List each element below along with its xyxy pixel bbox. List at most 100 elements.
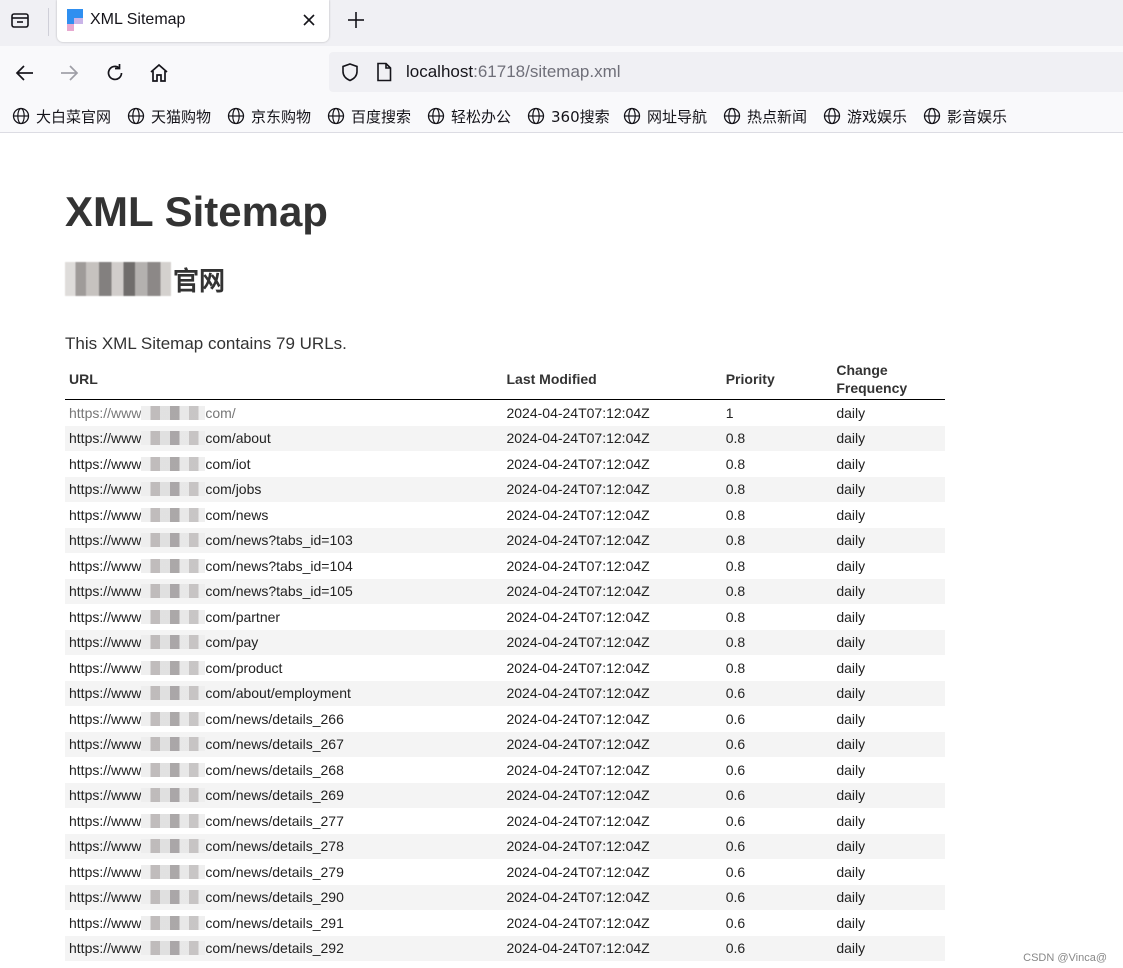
url-prefix: https://www: [69, 583, 142, 600]
last-modified-cell: 2024-04-24T07:12:04Z: [506, 608, 650, 625]
priority-cell: 0.8: [721, 629, 833, 655]
new-tab-icon[interactable]: [346, 10, 366, 30]
url-path: com/news/details_278: [205, 838, 344, 855]
sitemap-url-link[interactable]: https://www com/pay: [69, 634, 258, 650]
sitemap-url-link[interactable]: https://www com/news/details_278: [69, 838, 344, 854]
column-header-last-modified: Last Modified: [502, 359, 722, 400]
bookmark-item[interactable]: 游戏娱乐: [823, 105, 907, 127]
url-path: com/news?tabs_id=104: [205, 557, 353, 574]
bookmark-label: 网址导航: [647, 107, 708, 126]
redacted-domain: [141, 839, 206, 854]
change-frequency-cell: daily: [832, 680, 945, 706]
active-tab[interactable]: XML Sitemap: [57, 0, 329, 42]
priority-cell: 0.6: [721, 833, 833, 859]
bookmark-item[interactable]: 大白菜官网: [12, 105, 111, 127]
bookmark-item[interactable]: 百度搜索: [327, 105, 411, 127]
url-cell: https://www com/iot: [65, 451, 502, 477]
bookmark-item[interactable]: 京东购物: [227, 105, 311, 127]
redacted-domain: [141, 762, 206, 777]
priority-cell: 0.6: [725, 863, 746, 880]
tracking-protection-shield-icon[interactable]: [340, 62, 360, 82]
address-bar[interactable]: localhost:61718/sitemap.xml: [329, 52, 1123, 92]
url-prefix: https://www: [69, 736, 142, 753]
url-prefix: https://www: [69, 787, 142, 804]
priority-cell: 0.6: [725, 710, 746, 727]
url-path: com/news/details_269: [205, 787, 344, 804]
page-info-icon[interactable]: [375, 62, 393, 82]
sitemap-url-link[interactable]: https://www com/news: [69, 507, 268, 523]
bookmark-item[interactable]: 天猫购物: [127, 105, 211, 127]
sitemap-url-link[interactable]: https://www com/: [69, 405, 236, 421]
sitemap-url-link[interactable]: https://www com/news?tabs_id=104: [69, 558, 353, 574]
forward-arrow-icon[interactable]: [58, 62, 80, 84]
priority-cell: 1: [725, 404, 734, 421]
url-cell: https://www com/news/details_268: [65, 757, 502, 783]
home-icon[interactable]: [148, 62, 170, 84]
sitemap-url-link[interactable]: https://www com/news/details_291: [69, 915, 344, 931]
sitemap-url-link[interactable]: https://www com/partner: [69, 609, 280, 625]
url-prefix: https://www: [69, 430, 142, 447]
last-modified-cell: 2024-04-24T07:12:04Z: [502, 425, 722, 451]
bookmark-label: 京东购物: [251, 107, 312, 126]
bookmark-item[interactable]: 360搜索: [527, 105, 610, 127]
last-modified-cell: 2024-04-24T07:12:04Z: [502, 731, 722, 757]
priority-cell: 0.8: [725, 659, 746, 676]
url-cell: https://www com/pay: [65, 629, 503, 655]
bookmark-item[interactable]: 网址导航: [623, 105, 707, 127]
priority-cell: 0.6: [721, 884, 833, 910]
table-row: https://www com/jobs 2024-04-24T07:12:04Z 0…: [65, 476, 945, 502]
sitemap-url-link[interactable]: https://www com/news/details_268: [69, 762, 344, 778]
watermark: CSDN @Vinca@: [1023, 952, 1107, 964]
bookmark-label: 游戏娱乐: [847, 107, 908, 126]
sitemap-url-link[interactable]: https://www com/news/details_269: [69, 787, 344, 803]
sitemap-url-link[interactable]: https://www com/iot: [69, 456, 250, 472]
bookmark-item[interactable]: 热点新闻: [723, 105, 807, 127]
last-modified-cell: 2024-04-24T07:12:04Z: [502, 629, 722, 655]
redacted-domain: [141, 482, 206, 497]
table-row: https://www com/iot 2024-04-24T07:12:04Z 0.…: [65, 451, 945, 477]
url-prefix: https://www: [69, 532, 142, 549]
sitemap-url-link[interactable]: https://www com/news?tabs_id=105: [69, 583, 353, 599]
sitemap-url-link[interactable]: https://www com/product: [69, 660, 282, 676]
reload-icon[interactable]: [104, 62, 126, 84]
url-text[interactable]: localhost:61718/sitemap.xml: [406, 62, 621, 82]
url-cell: https://www com/news/details_278: [65, 833, 503, 859]
last-modified-cell: 2024-04-24T07:12:04Z: [502, 476, 722, 502]
bookmark-label: 360搜索: [551, 107, 610, 126]
tab-list-icon[interactable]: [10, 10, 30, 30]
change-frequency-cell: daily: [836, 710, 866, 727]
priority-cell: 0.6: [721, 782, 833, 808]
bookmark-item[interactable]: 影音娱乐: [923, 105, 1007, 127]
redacted-domain: [141, 431, 206, 446]
redacted-domain: [141, 915, 206, 930]
url-path: com/news/details_279: [205, 863, 344, 880]
sitemap-url-link[interactable]: https://www com/jobs: [69, 481, 261, 497]
close-tab-icon[interactable]: [300, 11, 318, 29]
url-cell: https://www com/news/details_266: [65, 706, 502, 732]
url-path: com/news/details_290: [205, 889, 344, 906]
bookmark-item[interactable]: 轻松办公: [427, 105, 511, 127]
last-modified-cell: 2024-04-24T07:12:04Z: [502, 782, 722, 808]
change-frequency-cell: daily: [836, 914, 866, 931]
sitemap-table: URL Last Modified Priority Change Freque…: [65, 359, 945, 961]
sitemap-url-link[interactable]: https://www com/news/details_266: [69, 711, 344, 727]
url-cell: https://www com/news/details_267: [65, 731, 503, 757]
url-prefix: https://www: [69, 557, 142, 574]
url-cell: https://www com/news?tabs_id=103: [65, 527, 503, 553]
site-name-suffix: 官网: [173, 266, 226, 297]
sitemap-url-link[interactable]: https://www com/about: [69, 430, 271, 446]
last-modified-cell: 2024-04-24T07:12:04Z: [506, 557, 650, 574]
sitemap-url-link[interactable]: https://www com/news/details_290: [69, 889, 344, 905]
sitemap-url-link[interactable]: https://www com/news?tabs_id=103: [69, 532, 353, 548]
sitemap-url-link[interactable]: https://www com/news/details_292: [69, 940, 344, 956]
back-arrow-icon[interactable]: [14, 62, 36, 84]
sitemap-url-link[interactable]: https://www com/news/details_277: [69, 813, 344, 829]
priority-cell: 0.8: [725, 455, 746, 472]
redacted-domain: [141, 941, 206, 956]
sitemap-url-link[interactable]: https://www com/about/employment: [69, 685, 351, 701]
sitemap-url-link[interactable]: https://www com/news/details_267: [69, 736, 344, 752]
change-frequency-cell: daily: [832, 782, 945, 808]
change-frequency-cell: daily: [832, 476, 945, 502]
sitemap-url-link[interactable]: https://www com/news/details_279: [69, 864, 344, 880]
change-frequency-cell: daily: [836, 863, 866, 880]
